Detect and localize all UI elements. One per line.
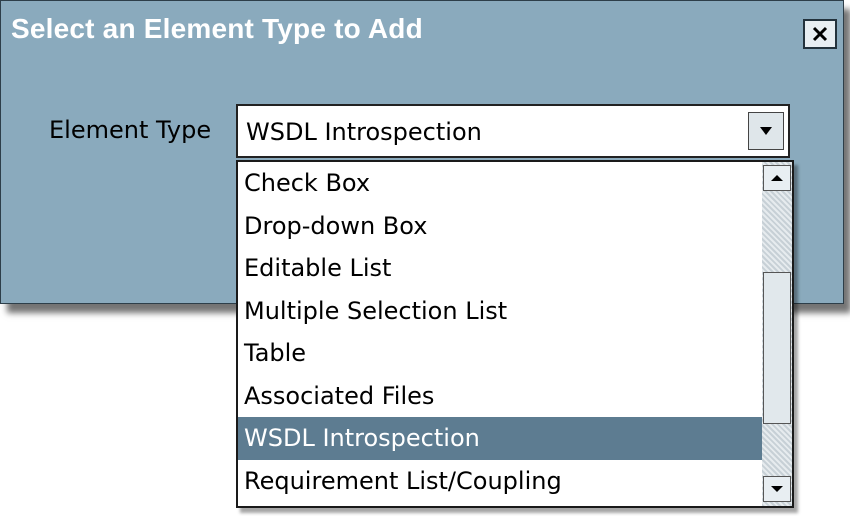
- dropdown-item-table[interactable]: Table: [238, 332, 762, 375]
- chevron-down-icon: [760, 127, 772, 135]
- scroll-up-icon: [771, 175, 783, 181]
- scroll-up-button[interactable]: [763, 165, 791, 191]
- dropdown-item-multiple-selection-list[interactable]: Multiple Selection List: [238, 290, 762, 333]
- element-type-label: Element Type: [49, 116, 212, 144]
- scroll-down-icon: [771, 486, 783, 492]
- dropdown-options: Check Box Drop-down Box Editable List Mu…: [238, 162, 762, 506]
- dialog-title-bar[interactable]: Select an Element Type to Add: [1, 1, 843, 59]
- dropdown-item-drop-down-box[interactable]: Drop-down Box: [238, 205, 762, 248]
- dropdown-item-requirement-list-coupling[interactable]: Requirement List/Coupling: [238, 460, 762, 503]
- dropdown-arrow-button[interactable]: [748, 112, 784, 150]
- dropdown-scrollbar[interactable]: [762, 162, 792, 506]
- element-type-select[interactable]: WSDL Introspection: [236, 104, 790, 158]
- scroll-down-button[interactable]: [763, 476, 791, 502]
- element-type-selected-value: WSDL Introspection: [246, 118, 482, 146]
- scroll-thumb[interactable]: [763, 272, 791, 424]
- close-button[interactable]: [803, 19, 837, 49]
- element-type-dropdown-list: Check Box Drop-down Box Editable List Mu…: [236, 160, 794, 508]
- dropdown-item-check-box[interactable]: Check Box: [238, 162, 762, 205]
- close-icon: [812, 26, 828, 42]
- dropdown-item-associated-files[interactable]: Associated Files: [238, 375, 762, 418]
- dropdown-item-wsdl-introspection[interactable]: WSDL Introspection: [238, 417, 762, 460]
- dropdown-item-editable-list[interactable]: Editable List: [238, 247, 762, 290]
- dialog-title: Select an Element Type to Add: [11, 13, 423, 44]
